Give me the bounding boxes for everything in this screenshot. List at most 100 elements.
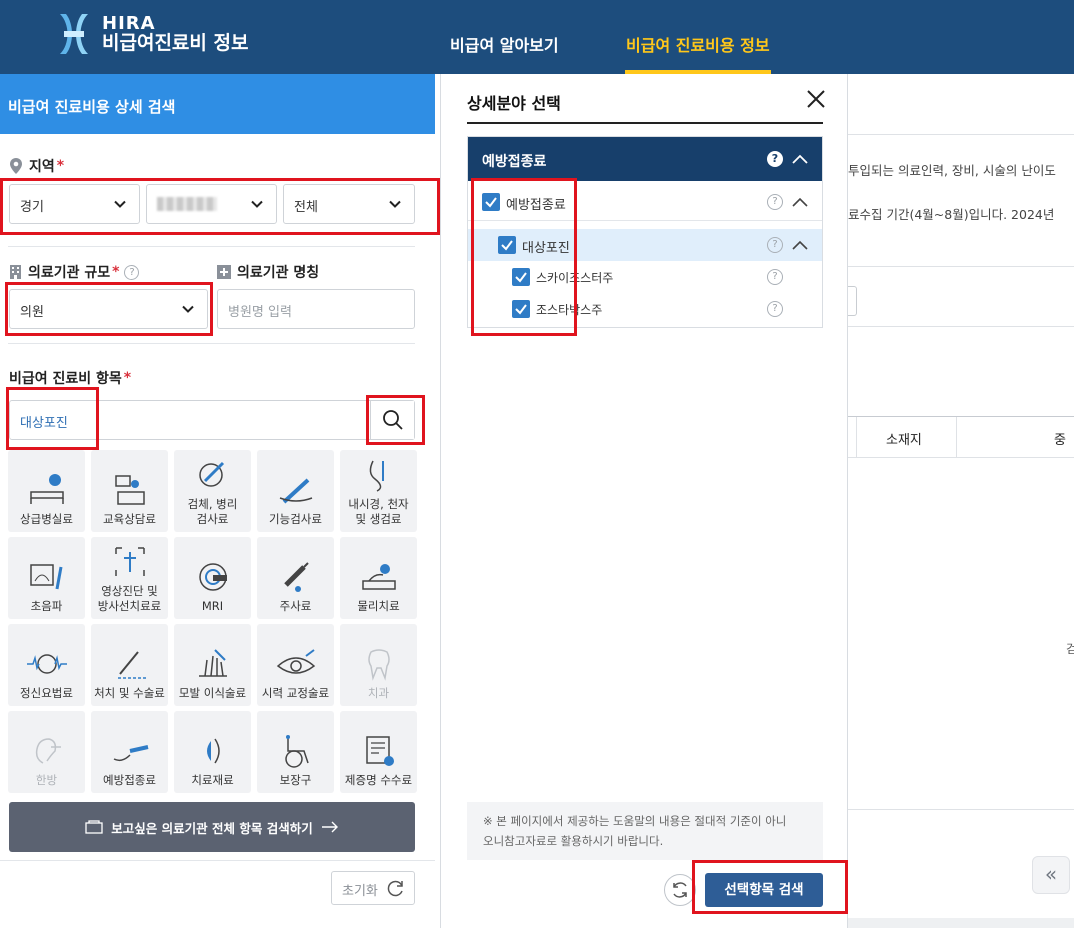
reset-button[interactable]: 초기화: [331, 871, 415, 905]
help-icon[interactable]: ?: [767, 301, 783, 317]
hospital-bed-icon: [29, 473, 64, 504]
category-label: 제증명 수수료: [344, 772, 413, 787]
category-tile[interactable]: MRI: [174, 537, 251, 619]
category-label: 교육상담료: [103, 511, 156, 526]
nav-noncovered-cost-info[interactable]: 비급여 진료비용 정보: [626, 32, 770, 56]
help-icon[interactable]: ?: [767, 194, 783, 210]
eye-icon: [276, 648, 315, 674]
refresh-icon: [673, 882, 687, 898]
required-mark: *: [56, 158, 65, 174]
category-tile[interactable]: 제증명 수수료: [340, 711, 417, 793]
category-label: 검체, 병리 검사료: [187, 497, 238, 526]
category-label: 시력 교정술료: [261, 685, 330, 700]
category-tile[interactable]: 주사료: [257, 537, 334, 619]
collapse-panel-button[interactable]: «: [1032, 856, 1070, 894]
required-mark: *: [123, 370, 132, 386]
divider: [0, 860, 435, 861]
hair-transplant-icon: [198, 648, 227, 677]
category-tile[interactable]: 예방접종료: [91, 711, 168, 793]
name-label: 의료기관 명칭: [217, 262, 319, 282]
tree-group-header[interactable]: 예방접종료 ?: [468, 137, 822, 181]
hospital-name-input[interactable]: 병원명 입력: [217, 289, 415, 329]
category-label: 예방접종료: [103, 772, 156, 787]
category-tile[interactable]: 영상진단 및 방사선치료료: [91, 537, 168, 619]
category-tile[interactable]: 모발 이식술료: [174, 624, 251, 706]
background-text-1: 투입되는 의료인력, 장비, 시술의 난이도: [848, 163, 1056, 178]
tooth-icon: [367, 648, 390, 681]
help-icon[interactable]: ?: [767, 269, 783, 285]
wheelchair-icon: [284, 734, 309, 768]
category-tile[interactable]: 치료재료: [174, 711, 251, 793]
chevron-up-icon[interactable]: [792, 154, 808, 164]
category-tile[interactable]: 보장구: [257, 711, 334, 793]
table-header: 소재지 중: [848, 417, 1074, 457]
help-icon[interactable]: ?: [767, 151, 783, 167]
category-tile[interactable]: 내시경, 천자 및 생검료: [340, 450, 417, 532]
category-tile[interactable]: 검체, 병리 검사료: [174, 450, 251, 532]
item-label: 비급여 진료비 항목 *: [9, 368, 131, 388]
results-background: 투입되는 의료인력, 장비, 시술의 난이도 료수집 기간(4월~8월)입니다.…: [848, 74, 1074, 928]
category-tile[interactable]: 시력 교정술료: [257, 624, 334, 706]
medical-material-icon: [206, 738, 220, 764]
partial-input[interactable]: [848, 286, 857, 316]
hospital-icon: [217, 265, 231, 279]
region-label-text: 지역: [29, 159, 55, 175]
category-label: 상급병실료: [20, 511, 73, 526]
all-items-search-label: 보고싶은 의료기관 전체 항목 검색하기: [111, 820, 313, 836]
divider: [848, 457, 1074, 458]
category-tile[interactable]: 처치 및 수술료: [91, 624, 168, 706]
divider: [848, 326, 1074, 327]
category-label: 모발 이식술료: [178, 685, 247, 700]
specimen-test-icon: [198, 462, 224, 487]
reset-label: 초기화: [342, 884, 378, 899]
category-label: 내시경, 천자 및 생검료: [348, 497, 409, 526]
highlight-tree-selection: [471, 178, 577, 336]
category-label: 기능검사료: [269, 511, 322, 526]
background-text-2: 료수집 기간(4월~8월)입니다. 2024년: [848, 207, 1055, 222]
nav-learn-noncovered[interactable]: 비급여 알아보기: [450, 32, 559, 56]
name-label-text: 의료기관 명칭: [237, 265, 320, 281]
chevron-up-icon[interactable]: [792, 197, 808, 207]
category-label: 초음파: [30, 598, 63, 613]
vaccination-icon: [113, 744, 148, 761]
notice-line: 오니참고자료로 활용하시기 바랍니다.: [483, 833, 664, 848]
divider: [848, 266, 1074, 267]
hira-logo[interactable]: HIRA 비급여진료비 정보: [54, 10, 248, 58]
column-partial: 중: [1054, 433, 1066, 448]
category-tile[interactable]: 상급병실료: [8, 450, 85, 532]
hira-logo-mark-icon: [54, 10, 94, 58]
highlight-item-value: [6, 387, 99, 450]
close-icon[interactable]: [805, 88, 827, 110]
physical-therapy-icon: [361, 563, 396, 590]
highlight-search-button: [366, 395, 425, 445]
arrow-right-icon: [321, 821, 338, 833]
item-label-text: 비급여 진료비 항목: [9, 371, 122, 387]
column-location: 소재지: [886, 433, 922, 448]
region-label: 지역 *: [9, 156, 64, 176]
category-tile[interactable]: 물리치료: [340, 537, 417, 619]
category-tile[interactable]: 정신요법료: [8, 624, 85, 706]
scale-label: 의료기관 규모 * ?: [9, 262, 140, 282]
category-tile[interactable]: 한방: [8, 711, 85, 793]
category-tile[interactable]: 교육상담료: [91, 450, 168, 532]
category-tile[interactable]: 치과: [340, 624, 417, 706]
category-label: 물리치료: [357, 598, 400, 613]
top-header: HIRA 비급여진료비 정보 비급여 알아보기 비급여 진료비용 정보: [0, 0, 1074, 74]
mri-icon: [198, 562, 227, 591]
category-tile[interactable]: 기능검사료: [257, 450, 334, 532]
category-label: 한방: [35, 772, 58, 787]
all-items-search-button[interactable]: 보고싶은 의료기관 전체 항목 검색하기: [9, 802, 415, 852]
category-label: 보장구: [279, 772, 312, 787]
building-icon: [10, 265, 21, 279]
help-icon[interactable]: ?: [124, 264, 140, 280]
notice-line: ※ 본 페이지에서 제공하는 도움말의 내용은 절대적 기준이 아니: [483, 814, 787, 828]
category-tile[interactable]: 초음파: [8, 537, 85, 619]
category-label: 처치 및 수술료: [94, 685, 165, 700]
oriental-medicine-icon: [35, 737, 61, 764]
help-notice: ※ 본 페이지에서 제공하는 도움말의 내용은 절대적 기준이 아니 오니참고자…: [467, 802, 823, 860]
help-icon[interactable]: ?: [767, 237, 783, 253]
bottom-bar: [848, 918, 1074, 928]
category-grid: 상급병실료 교육상담료 검체, 병리 검사료 기능검사료 내시경, 천자 및 생검료…: [8, 450, 418, 793]
chevron-up-icon[interactable]: [792, 240, 808, 250]
detail-category-modal: 상세분야 선택 예방접종료 ? 예방접종료 ? 대상포진 ? 스카이조스터주 ?: [440, 74, 848, 928]
